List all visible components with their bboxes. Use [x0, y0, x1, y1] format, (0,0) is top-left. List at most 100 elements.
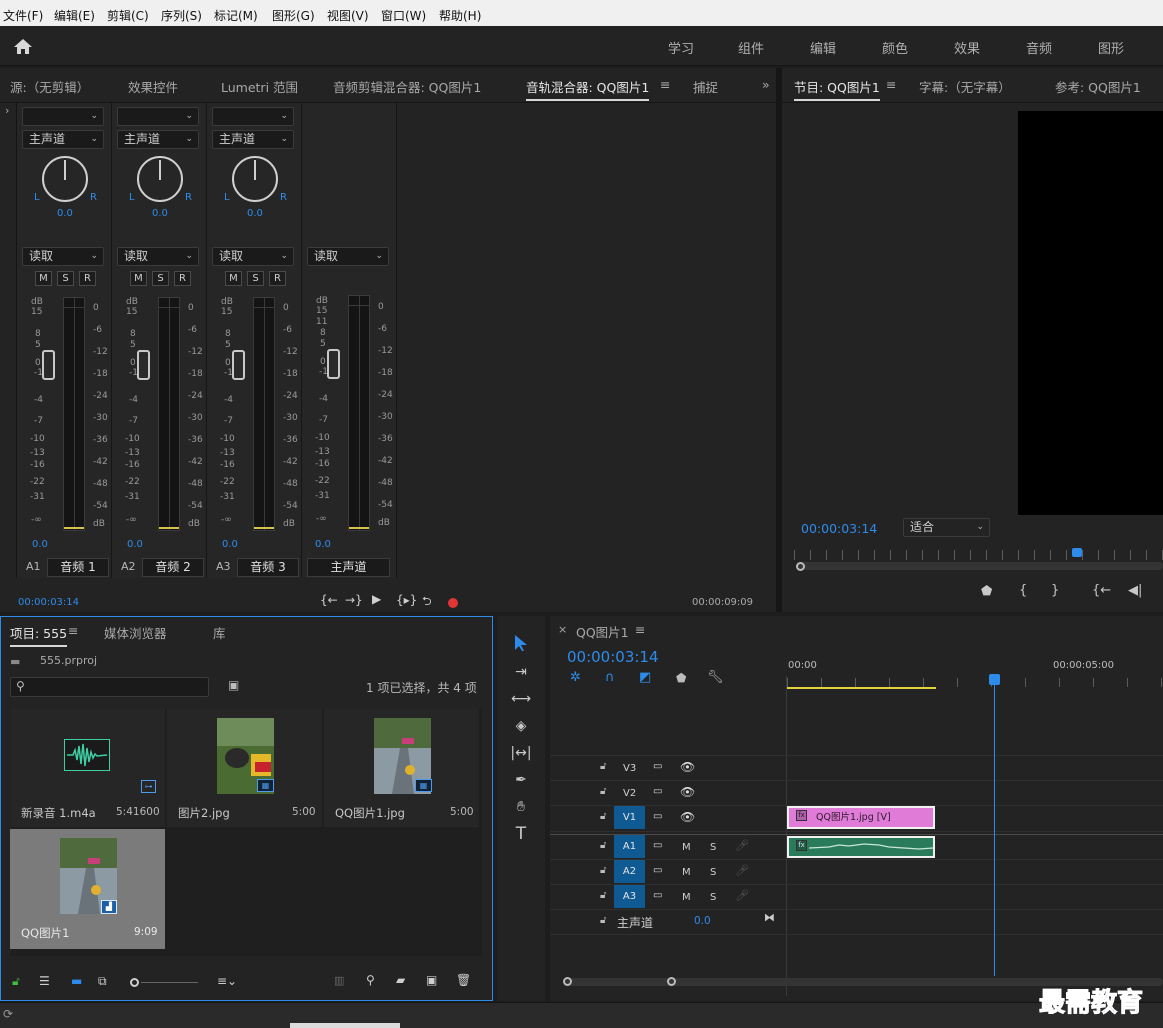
mute-button[interactable]: M [35, 271, 52, 286]
lock-icon[interactable]: 🔓︎ [600, 761, 606, 772]
loop-icon[interactable]: ⮌ [422, 592, 432, 613]
microphone-icon[interactable]: 🎤︎ [735, 864, 749, 877]
expand-tracks-icon[interactable]: ⧓ [764, 911, 775, 924]
work-area-bar[interactable] [787, 687, 936, 689]
track-label-v3[interactable]: V3 [623, 763, 636, 774]
menu-help[interactable]: 帮助(H) [439, 7, 481, 24]
new-item-icon[interactable]: ▣ [426, 973, 437, 987]
output-dropdown[interactable]: 主声道 ⌄ [212, 130, 294, 149]
mark-out-icon[interactable]: } [1051, 583, 1059, 598]
record-arm-button[interactable]: R [79, 271, 96, 286]
eye-icon[interactable]: 👁︎ [680, 785, 695, 799]
sync-lock-icon[interactable]: ▭ [653, 761, 662, 772]
play-in-to-out-icon[interactable]: {▸} [396, 593, 417, 607]
mute-track-button[interactable]: M [682, 867, 691, 878]
pan-value[interactable]: 0.0 [152, 208, 168, 219]
new-bin-icon[interactable]: ▰ [396, 973, 405, 987]
scroll-handle[interactable] [796, 562, 805, 571]
mute-track-button[interactable]: M [682, 892, 691, 903]
track-target-a2[interactable]: A2 [614, 860, 645, 883]
volume-fader[interactable] [232, 350, 245, 380]
project-item-audio[interactable]: ⊶ 新录音 1.m4a 5:41600 [10, 709, 165, 827]
track-select-tool-icon[interactable]: ⇥ [508, 660, 534, 684]
pan-knob[interactable] [137, 156, 183, 202]
type-tool-icon[interactable]: T [508, 822, 534, 846]
master-track-value[interactable]: 0.0 [694, 915, 711, 927]
lock-icon[interactable]: 🔓︎ [600, 840, 606, 851]
track-target-v1[interactable]: V1 [614, 806, 645, 829]
scroll-handle-right[interactable] [667, 977, 676, 986]
lock-icon[interactable]: 🔓︎ [600, 865, 606, 876]
panel-menu-icon[interactable]: ≡ [886, 77, 896, 92]
automation-mode-dropdown[interactable]: 读取 ⌄ [212, 247, 294, 266]
timeline-playhead-line[interactable] [994, 676, 995, 976]
lock-icon[interactable]: 🔓︎ [600, 811, 606, 822]
workspace-learn[interactable]: 学习 [668, 38, 694, 57]
video-clip[interactable]: fx QQ图片1.jpg [V] [787, 806, 935, 829]
linked-selection-icon[interactable]: ◩ [639, 670, 651, 685]
hand-tool-icon[interactable]: ✋︎ [508, 795, 534, 819]
track-target-a3[interactable]: A3 [614, 885, 645, 908]
solo-track-button[interactable]: S [710, 842, 716, 853]
sync-lock-icon[interactable]: ▭ [653, 865, 662, 876]
pan-knob[interactable] [42, 156, 88, 202]
timeline-timecode[interactable]: 00:00:03:14 [567, 648, 659, 666]
tab-program[interactable]: 节目: QQ图片1 [794, 77, 880, 101]
play-icon[interactable]: ▶ [372, 592, 381, 606]
program-timecode[interactable]: 00:00:03:14 [801, 521, 877, 536]
go-to-out-icon[interactable]: →} [345, 593, 363, 607]
menu-marker[interactable]: 标记(M) [214, 7, 258, 24]
tab-audio-clip-mixer[interactable]: 音频剪辑混合器: QQ图片1 [333, 77, 481, 96]
menu-window[interactable]: 窗口(W) [381, 7, 426, 24]
zoom-slider-track[interactable] [141, 982, 198, 983]
tab-project[interactable]: 项目: 555 [10, 623, 68, 647]
track-name[interactable]: 音频 3 [237, 558, 299, 577]
slip-tool-icon[interactable]: |↔| [508, 741, 534, 765]
volume-fader[interactable] [137, 350, 150, 380]
track-name[interactable]: 音频 2 [142, 558, 204, 577]
lock-icon[interactable]: 🔓︎ [600, 890, 606, 901]
find-icon[interactable]: ⚲ [366, 973, 375, 987]
record-arm-button[interactable]: R [269, 271, 286, 286]
search-input[interactable]: ⚲ [10, 677, 209, 697]
tab-captions[interactable]: 字幕:（无字幕） [919, 77, 1011, 96]
workspace-graphics[interactable]: 图形 [1098, 38, 1124, 57]
menu-graphics[interactable]: 图形(G) [272, 7, 315, 24]
list-view-icon[interactable]: ☰ [39, 974, 50, 988]
go-to-in-icon[interactable]: {← [1092, 583, 1111, 598]
panel-menu-icon[interactable]: ≡ [660, 77, 670, 92]
lock-icon[interactable]: 🔓︎ [600, 786, 606, 797]
expand-icon[interactable]: › [5, 104, 9, 117]
microphone-icon[interactable]: 🎤︎ [735, 889, 749, 902]
tab-reference[interactable]: 参考: QQ图片1 [1055, 77, 1141, 96]
tab-source[interactable]: 源:（无剪辑） [10, 77, 89, 96]
icon-view-icon[interactable]: ▬ [71, 974, 82, 988]
tab-media-browser[interactable]: 媒体浏览器 [104, 623, 167, 642]
overflow-icon[interactable]: » [762, 77, 770, 92]
pan-knob[interactable] [232, 156, 278, 202]
nest-icon[interactable]: ✲ [570, 670, 581, 685]
project-item-image[interactable]: 图片2.jpg 5:00 ▦ [167, 709, 322, 827]
track-target-a1[interactable]: A1 [614, 835, 645, 858]
solo-track-button[interactable]: S [710, 867, 716, 878]
input-dropdown[interactable]: ⌄ [212, 107, 294, 126]
record-icon[interactable] [448, 598, 458, 608]
automation-mode-dropdown[interactable]: 读取 ⌄ [307, 247, 389, 266]
add-marker-icon[interactable]: ⬟ [981, 584, 992, 599]
menu-clip[interactable]: 剪辑(C) [107, 7, 149, 24]
sync-lock-icon[interactable]: ▭ [653, 890, 662, 901]
step-back-icon[interactable]: ◀| [1128, 583, 1142, 598]
workspace-assembly[interactable]: 组件 [738, 38, 764, 57]
tab-libraries[interactable]: 库 [213, 623, 226, 642]
pan-value[interactable]: 0.0 [57, 208, 73, 219]
menu-sequence[interactable]: 序列(S) [161, 7, 202, 24]
master-volume-value[interactable]: 0.0 [315, 539, 331, 550]
snap-icon[interactable]: ∩ [605, 670, 615, 685]
pan-value[interactable]: 0.0 [247, 208, 263, 219]
microphone-icon[interactable]: 🎤︎ [735, 839, 749, 852]
solo-track-button[interactable]: S [710, 892, 716, 903]
close-tab-icon[interactable]: × [558, 623, 567, 636]
menu-view[interactable]: 视图(V) [327, 7, 369, 24]
program-scroll-bar[interactable] [796, 562, 1163, 570]
master-volume-fader[interactable] [327, 349, 340, 379]
